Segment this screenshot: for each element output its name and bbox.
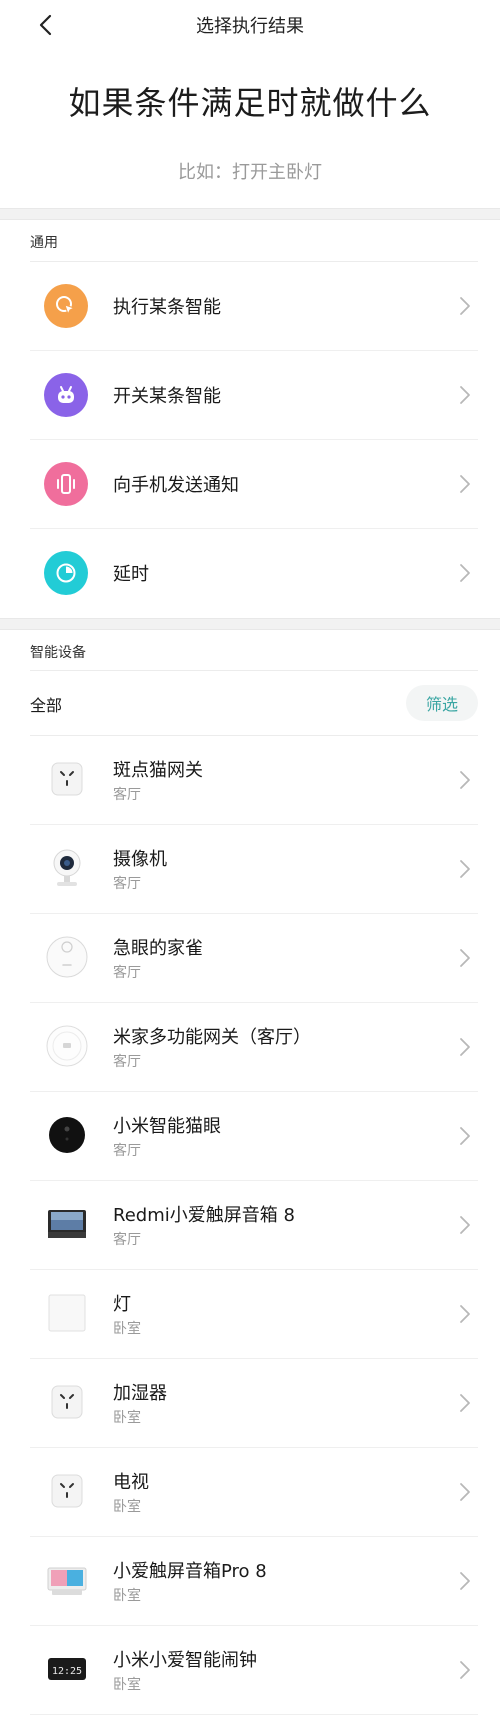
divider [30,670,478,671]
all-devices-label: 全部 [30,696,63,715]
action-label: 向手机发送通知 [113,475,239,496]
smart-plug-icon [44,1379,90,1425]
chevron-right-icon [460,1216,470,1234]
touch-speaker-icon [44,1201,90,1247]
alarm-clock-display: 12:25 [52,1666,82,1677]
action-label: 执行某条智能 [113,297,221,318]
device-item[interactable]: Redmi小爱触屏音箱 8 客厅 [0,1181,500,1270]
device-name: 小米智能猫眼 [113,1116,221,1137]
device-item[interactable]: 加湿器 卧室 [0,1359,500,1448]
device-name: 小米小爱智能闹钟 [113,1650,257,1671]
gateway-icon [44,1023,90,1069]
hero-hint: 比如：打开主卧灯 [178,162,322,183]
phone-vibrate-icon [44,462,88,506]
device-item[interactable]: 灯 卧室 [0,1270,500,1359]
filter-button[interactable]: 筛选 [406,685,478,721]
timer-icon [44,551,88,595]
action-item-send-notification[interactable]: 向手机发送通知 [0,440,500,529]
smart-plug-icon [44,756,90,802]
device-room: 卧室 [113,1677,141,1693]
hero-title: 如果条件满足时就做什么 [68,84,432,122]
device-item[interactable]: 摄像机 客厅 [0,825,500,914]
section-label-general: 通用 [30,235,58,251]
device-name: Redmi小爱触屏音箱 8 [113,1205,295,1226]
chevron-right-icon [460,386,470,404]
device-name: 小爱触屏音箱Pro 8 [113,1561,267,1582]
chevron-right-icon [460,1661,470,1679]
device-name: 加湿器 [113,1383,167,1404]
robot-icon [44,373,88,417]
device-item[interactable]: 急眼的家雀 客厅 [0,914,500,1003]
chevron-right-icon [460,1572,470,1590]
device-room: 卧室 [113,1588,141,1604]
device-name: 斑点猫网关 [113,760,203,781]
chevron-right-icon [460,564,470,582]
action-label: 开关某条智能 [113,386,221,407]
smart-plug-icon [44,1468,90,1514]
action-item-delay[interactable]: 延时 [0,529,500,618]
device-name: 急眼的家雀 [113,938,203,959]
top-bar: 选择执行结果 [0,0,500,48]
chevron-right-icon [460,949,470,967]
action-item-toggle-smart[interactable]: 开关某条智能 [0,351,500,440]
device-name: 电视 [113,1472,149,1493]
page-title: 选择执行结果 [196,16,304,37]
device-item[interactable]: 小米智能猫眼 客厅 [0,1092,500,1181]
device-room: 卧室 [113,1321,141,1337]
light-panel-icon [44,1290,90,1336]
tap-smart-icon [44,284,88,328]
action-label: 延时 [113,564,149,585]
chevron-right-icon [460,1127,470,1145]
device-item[interactable]: 电视 卧室 [0,1448,500,1537]
divider [30,1714,478,1715]
device-name: 米家多功能网关（客厅） [113,1027,311,1048]
device-item[interactable]: 小爱触屏音箱Pro 8 卧室 [0,1537,500,1626]
device-room: 客厅 [113,876,141,892]
device-room: 卧室 [113,1410,141,1426]
device-item[interactable]: 12:25 小米小爱智能闹钟 卧室 [0,1626,500,1715]
chevron-right-icon [460,297,470,315]
chevron-right-icon [460,475,470,493]
section-separator [0,618,500,630]
chevron-right-icon [460,1483,470,1501]
device-room: 客厅 [113,1232,141,1248]
robot-vacuum-icon [44,934,90,980]
device-item[interactable]: 米家多功能网关（客厅） 客厅 [0,1003,500,1092]
device-room: 客厅 [113,1143,141,1159]
device-item[interactable]: 斑点猫网关 客厅 [0,736,500,825]
peephole-icon [44,1112,90,1158]
device-room: 客厅 [113,1054,141,1070]
device-room: 客厅 [113,787,141,803]
camera-icon [44,845,90,891]
section-separator [0,208,500,220]
device-name: 灯 [113,1294,131,1315]
chevron-right-icon [460,860,470,878]
chevron-right-icon [460,1038,470,1056]
section-label-devices: 智能设备 [30,645,86,661]
touch-speaker-pro-icon [44,1557,90,1603]
action-item-run-smart[interactable]: 执行某条智能 [0,262,500,351]
chevron-right-icon [460,771,470,789]
chevron-right-icon [460,1305,470,1323]
chevron-right-icon [460,1394,470,1412]
device-name: 摄像机 [113,849,167,870]
device-room: 卧室 [113,1499,141,1515]
device-room: 客厅 [113,965,141,981]
alarm-clock-icon: 12:25 [44,1646,90,1692]
